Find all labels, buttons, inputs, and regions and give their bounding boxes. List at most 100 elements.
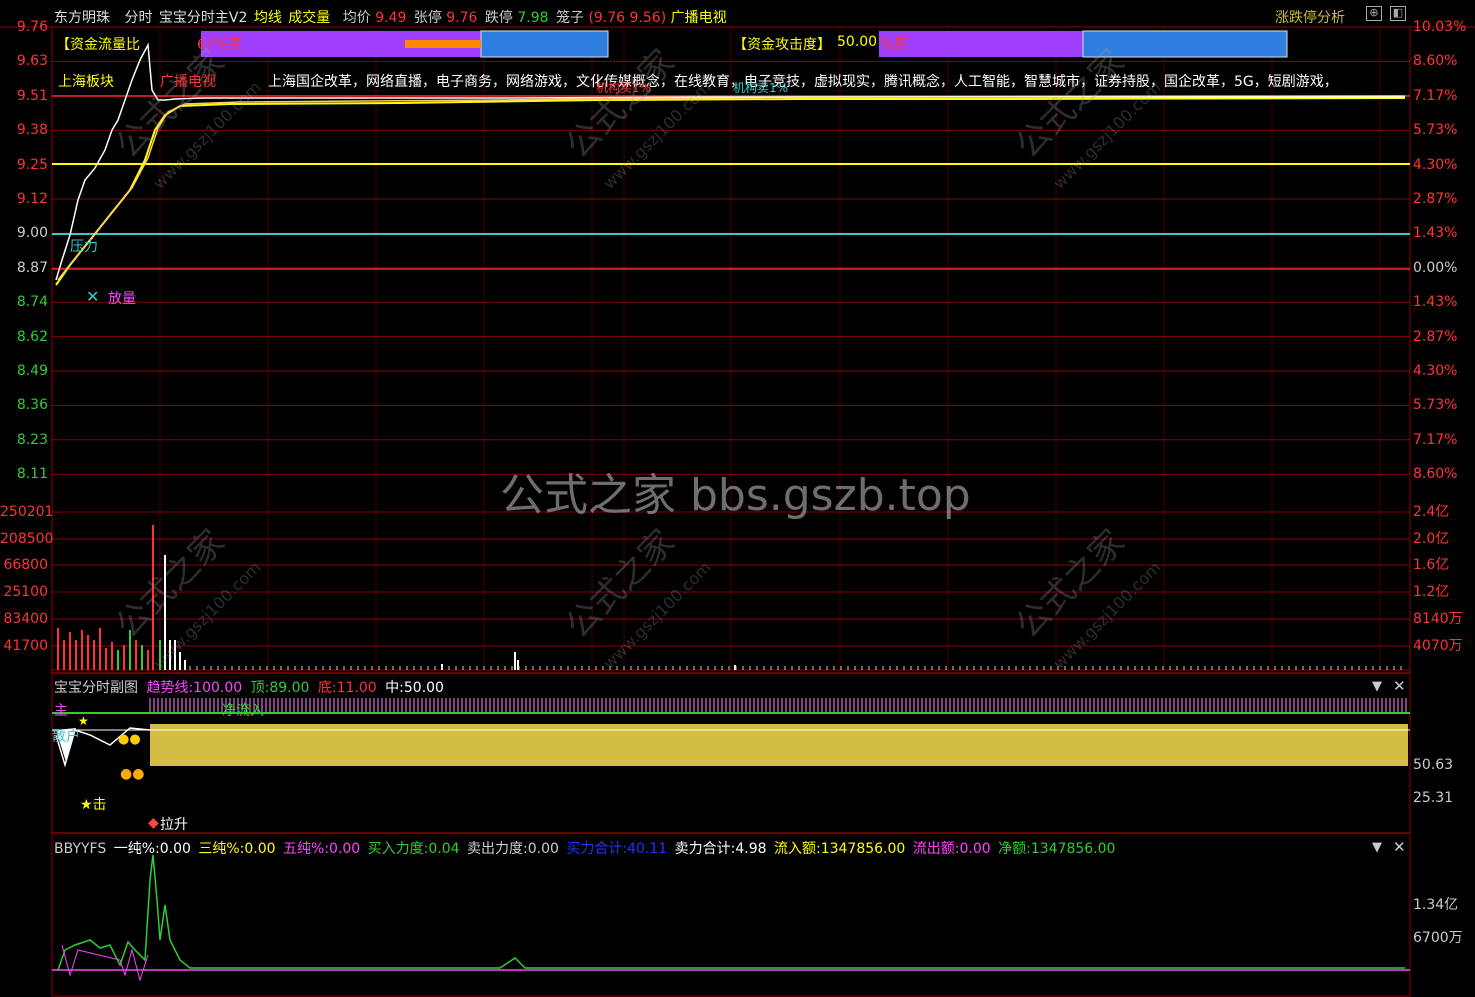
trend-value: 100.00: [193, 680, 243, 696]
top-label: 顶:: [250, 680, 270, 696]
stock-name[interactable]: 东方明珠: [54, 10, 110, 26]
watermark: 公式之家 bbs.gszb.top: [500, 470, 971, 521]
net-label: 净额:: [998, 841, 1031, 857]
sub1-title[interactable]: 宝宝分时副图: [54, 680, 138, 696]
volume-tick-left-0: 250201: [0, 504, 54, 520]
price-tick-left-2: 9.51: [16, 87, 48, 104]
price-tick-left-8: 8.74: [16, 294, 48, 311]
inflow-value: 1347856.00: [820, 841, 906, 857]
watermark-small: 公式之家: [558, 42, 682, 166]
indicator-name[interactable]: 宝宝分时主V2: [159, 10, 247, 26]
sell-total-label: 卖力合计:: [674, 841, 736, 857]
price-tick-right-0: 10.03%: [1413, 19, 1467, 35]
flow-ratio-bar-blue: [480, 30, 609, 58]
pure3-label: 三纯%:: [198, 841, 245, 857]
mode-label[interactable]: 分时: [124, 10, 152, 26]
price-tick-right-3: 5.73%: [1413, 122, 1458, 139]
sub1-hit-label: ★击: [80, 797, 107, 813]
panel-toggle-icon[interactable]: ◧: [1390, 6, 1406, 21]
volume-tick-left-1: 208500: [0, 531, 54, 547]
fruit-icon: ●●: [118, 732, 141, 747]
price-tick-right-4: 4.30%: [1413, 156, 1458, 173]
bottom-label: 底:: [317, 680, 337, 696]
price-tick-right-8: 1.43%: [1413, 294, 1458, 311]
sub1-dropdown-icon[interactable]: ▼: [1372, 679, 1382, 694]
pure1-value: 0.00: [159, 841, 191, 857]
pressure-label: 压力: [70, 239, 98, 255]
coin-icon: ●●: [120, 766, 145, 782]
pure5-value: 0.00: [329, 841, 361, 857]
price-tick-left-12: 8.23: [16, 431, 48, 448]
price-tick-left-9: 8.62: [16, 328, 48, 345]
attack-bar-purple: [879, 31, 1083, 57]
price-tick-left-7: 8.87: [16, 259, 48, 276]
volume-tick-left-5: 41700: [3, 638, 48, 654]
price-tick-left-13: 8.11: [16, 466, 48, 483]
price-tick-right-10: 4.30%: [1413, 363, 1458, 379]
sub1-main-label: 主: [54, 703, 68, 719]
volume-tick-right-5: 4070万: [1413, 638, 1463, 654]
limit-analysis-button[interactable]: 涨跌停分析: [1275, 7, 1345, 27]
sub1-axis-2: 25.31: [1413, 790, 1454, 806]
sub2-close-icon[interactable]: ✕: [1393, 838, 1406, 856]
sub2-green-line: [57, 854, 1405, 971]
volume-up-label: 放量: [108, 291, 136, 307]
avg-price-line-2: [57, 95, 1406, 281]
sub2-dropdown-icon[interactable]: ▼: [1372, 840, 1382, 855]
sector-label: 广播电视: [670, 10, 727, 26]
net-value: 1347856.00: [1030, 841, 1116, 857]
buy-force-label: 买入力度:: [367, 841, 429, 857]
sell-force-value: 0.00: [527, 841, 559, 857]
volume-tick-left-3: 25100: [3, 584, 48, 600]
price-tick-right-11: 5.73%: [1413, 397, 1458, 414]
price-tick-right-13: 8.60%: [1413, 466, 1458, 483]
flow-ratio-suffix: 67%买: [197, 37, 243, 53]
board-label: 上海板块: [58, 74, 114, 90]
bottom-value: 11.00: [336, 680, 377, 696]
diamond-icon: ◆: [148, 815, 159, 831]
attack-label: 【资金攻击度】: [733, 37, 831, 53]
pure1-label: 一纯%:: [113, 841, 160, 857]
buy-total-value: 40.11: [627, 841, 668, 857]
pure3-value: 0.00: [244, 841, 276, 857]
sub1-pull-label: 拉升: [160, 817, 188, 833]
sub1-header: 宝宝分时副图 趋势线:100.00 顶:89.00 底:11.00 中:50.0…: [54, 677, 444, 697]
industry-label: 广播电视: [160, 74, 216, 90]
sub1-close-icon[interactable]: ✕: [1393, 677, 1406, 695]
price-tick-left-3: 9.38: [16, 122, 48, 139]
header-bar: 东方明珠 分时 宝宝分时主V2 均线 成交量 均价 9.49 张停 9.76 跌…: [54, 7, 727, 27]
limit-down-value: 7.98: [517, 10, 549, 26]
sub2-header: BBYYFS 一纯%:0.00 三纯%:0.00 五纯%:0.00 买入力度:0…: [54, 838, 1115, 858]
watermark-small: 公式之家: [558, 522, 682, 646]
volume-tick-right-1: 2.0亿: [1413, 531, 1450, 547]
sub1-retail-label: 散户: [52, 729, 80, 745]
price-tick-left-11: 8.36: [16, 397, 48, 414]
volume-label: 成交量: [288, 10, 331, 26]
cage-label: 笼子: [555, 10, 584, 26]
watermark-small: 公式之家: [1008, 522, 1132, 646]
volume-tick-right-0: 2.4亿: [1413, 504, 1450, 520]
price-tick-right-1: 8.60%: [1413, 53, 1458, 70]
price-tick-left-6: 9.00: [16, 225, 48, 242]
sub2-axis-2: 6700万: [1413, 930, 1463, 946]
outflow-label: 流出额:: [912, 841, 960, 857]
sub1-axis-1: 50.63: [1413, 757, 1454, 773]
price-tick-left-5: 9.12: [16, 191, 48, 207]
volume-tick-right-3: 1.2亿: [1413, 584, 1450, 600]
price-tick-right-9: 2.87%: [1413, 328, 1458, 345]
watermark-small: 公式之家: [108, 522, 232, 646]
sell-total-value: 4.98: [735, 841, 767, 857]
inst-sell-label: 机构卖1%: [733, 81, 789, 95]
sub2-axis-1: 1.34亿: [1413, 897, 1459, 913]
volume-tick-left-2: 66800: [3, 557, 48, 573]
sub2-title[interactable]: BBYYFS: [54, 841, 106, 857]
sub1-net-label: 净流入: [222, 703, 264, 719]
price-tick-left-1: 9.63: [16, 53, 48, 70]
price-tick-left-10: 8.49: [16, 363, 48, 379]
inflow-label: 流入额:: [773, 841, 821, 857]
pure5-label: 五纯%:: [283, 841, 330, 857]
attack-suffix: %买: [880, 37, 908, 53]
avg-price-label: 均价: [342, 10, 371, 26]
expand-icon[interactable]: ⊕: [1366, 6, 1382, 21]
buy-total-label: 买力合计:: [566, 841, 628, 857]
